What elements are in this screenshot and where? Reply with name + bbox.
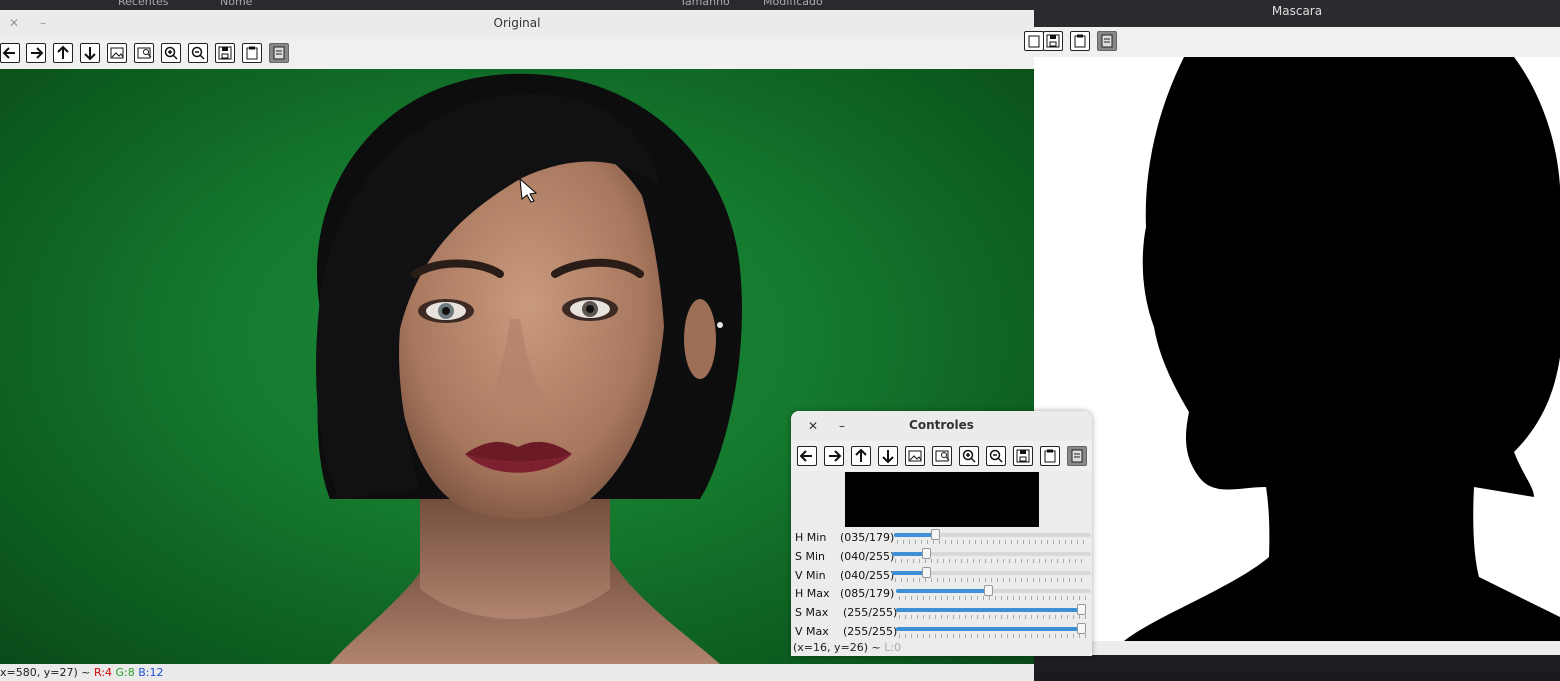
trackbar-label: V Max	[795, 625, 829, 638]
trackbar-value: (040/255)	[840, 550, 895, 563]
trackbar-s-min: S Min (040/255)	[791, 548, 1092, 566]
mask-silhouette	[1124, 57, 1560, 641]
trackbar-handle[interactable]	[931, 529, 940, 540]
window-title: Controles	[909, 418, 974, 432]
properties-icon[interactable]	[1067, 446, 1087, 466]
trackbar-handle[interactable]	[922, 548, 931, 559]
mask-toolbar	[1024, 27, 1560, 57]
properties-icon[interactable]	[1097, 31, 1117, 51]
trackbar-ticks	[895, 578, 1087, 582]
copy-clipboard-icon[interactable]	[1024, 31, 1044, 51]
pixel-b-value: B:12	[138, 666, 164, 679]
trackbar-fill	[896, 589, 988, 593]
zoom-original-icon[interactable]	[905, 446, 925, 466]
trackbar-ticks	[899, 596, 1087, 600]
original-toolbar	[0, 37, 1034, 69]
trackbar-handle[interactable]	[1077, 604, 1086, 615]
modified-column: Modificado	[763, 0, 823, 8]
pan-up-icon[interactable]	[851, 446, 871, 466]
save-icon[interactable]	[215, 43, 235, 63]
trackbar-handle[interactable]	[922, 567, 931, 578]
trackbar-v-max: V Max (255/255)	[791, 623, 1092, 641]
level-value: L:0	[884, 641, 902, 654]
trackbar-label: S Max	[795, 606, 829, 619]
cursor-coords: (x=16, y=26) ~	[793, 641, 881, 654]
mask-titlebar[interactable]: Mascara	[1034, 0, 1560, 27]
trackbar-value: (255/255)	[843, 606, 898, 619]
properties-icon[interactable]	[269, 43, 289, 63]
trackbar-h-max: H Max (085/179)	[791, 585, 1092, 603]
controls-statusbar: (x=16, y=26) ~ L:0	[793, 641, 901, 654]
trackbar-value: (035/179)	[840, 531, 895, 544]
controls-toolbar	[791, 441, 1092, 471]
trackbar-slider[interactable]	[896, 604, 1086, 615]
trackbar-label: S Min	[795, 550, 825, 563]
pan-left-icon[interactable]	[797, 446, 817, 466]
trackbar-ticks	[895, 559, 1087, 563]
trackbar-ticks	[899, 634, 1087, 638]
trackbar-slider[interactable]	[894, 529, 1091, 540]
trackbar-value: (085/179)	[840, 587, 895, 600]
save-icon[interactable]	[1043, 31, 1063, 51]
pixel-r-value: R:4	[93, 666, 112, 679]
trackbar-fill	[896, 627, 1081, 631]
trackbar-fill	[892, 552, 926, 556]
trackbar-fill	[896, 608, 1081, 612]
trackbar-slider[interactable]	[892, 548, 1091, 559]
trackbar-fill	[892, 571, 926, 575]
trackbar-fill	[894, 533, 935, 537]
zoom-fit-icon[interactable]	[932, 446, 952, 466]
zoom-in-icon[interactable]	[959, 446, 979, 466]
cursor-coords: x=580, y=27) ~	[0, 666, 91, 679]
save-icon[interactable]	[1013, 446, 1033, 466]
controls-preview-image	[845, 472, 1039, 527]
controls-window: ✕ – Controles H Min (035/179) S Min (040…	[791, 411, 1092, 656]
window-title: Original	[493, 16, 541, 30]
pan-left-icon[interactable]	[0, 43, 20, 63]
trackbar-h-min: H Min (035/179)	[791, 529, 1092, 547]
pan-down-icon[interactable]	[878, 446, 898, 466]
trackbar-s-max: S Max (255/255)	[791, 604, 1092, 622]
zoom-original-icon[interactable]	[107, 43, 127, 63]
size-column: Tamanho	[680, 0, 730, 8]
trackbar-label: H Max	[795, 587, 830, 600]
name-column: Nome	[220, 0, 253, 8]
trackbar-label: H Min	[795, 531, 827, 544]
taskbar-strip	[1034, 655, 1560, 671]
zoom-in-icon[interactable]	[161, 43, 181, 63]
trackbar-label: V Min	[795, 569, 826, 582]
controls-titlebar[interactable]: ✕ – Controles	[791, 411, 1092, 438]
pan-up-icon[interactable]	[53, 43, 73, 63]
trackbar-slider[interactable]	[896, 623, 1086, 634]
trackbar-handle[interactable]	[984, 585, 993, 596]
zoom-out-icon[interactable]	[188, 43, 208, 63]
trackbar-handle[interactable]	[1077, 623, 1086, 634]
copy-clipboard-icon[interactable]	[1070, 31, 1090, 51]
mask-image[interactable]	[1034, 57, 1560, 641]
copy-clipboard-icon[interactable]	[242, 43, 262, 63]
trackbar-ticks	[897, 540, 1087, 544]
pan-right-icon[interactable]	[26, 43, 46, 63]
pan-right-icon[interactable]	[824, 446, 844, 466]
trackbar-value: (040/255)	[840, 569, 895, 582]
original-titlebar[interactable]: ✕ – Original	[0, 10, 1034, 37]
trackbar-ticks	[899, 615, 1087, 619]
recent-label: Recentes	[118, 0, 169, 8]
zoom-out-icon[interactable]	[986, 446, 1006, 466]
original-statusbar: x=580, y=27) ~ R:4 G:8 B:12	[0, 664, 1034, 681]
window-title: Mascara	[1271, 4, 1323, 18]
mask-window: Mascara	[1024, 0, 1560, 671]
trackbar-v-min: V Min (040/255)	[791, 567, 1092, 585]
copy-clipboard-icon[interactable]	[1040, 446, 1060, 466]
trackbar-slider[interactable]	[896, 585, 1091, 596]
pixel-g-value: G:8	[115, 666, 135, 679]
pan-down-icon[interactable]	[80, 43, 100, 63]
zoom-fit-icon[interactable]	[134, 43, 154, 63]
trackbar-value: (255/255)	[843, 625, 898, 638]
trackbar-slider[interactable]	[892, 567, 1091, 578]
